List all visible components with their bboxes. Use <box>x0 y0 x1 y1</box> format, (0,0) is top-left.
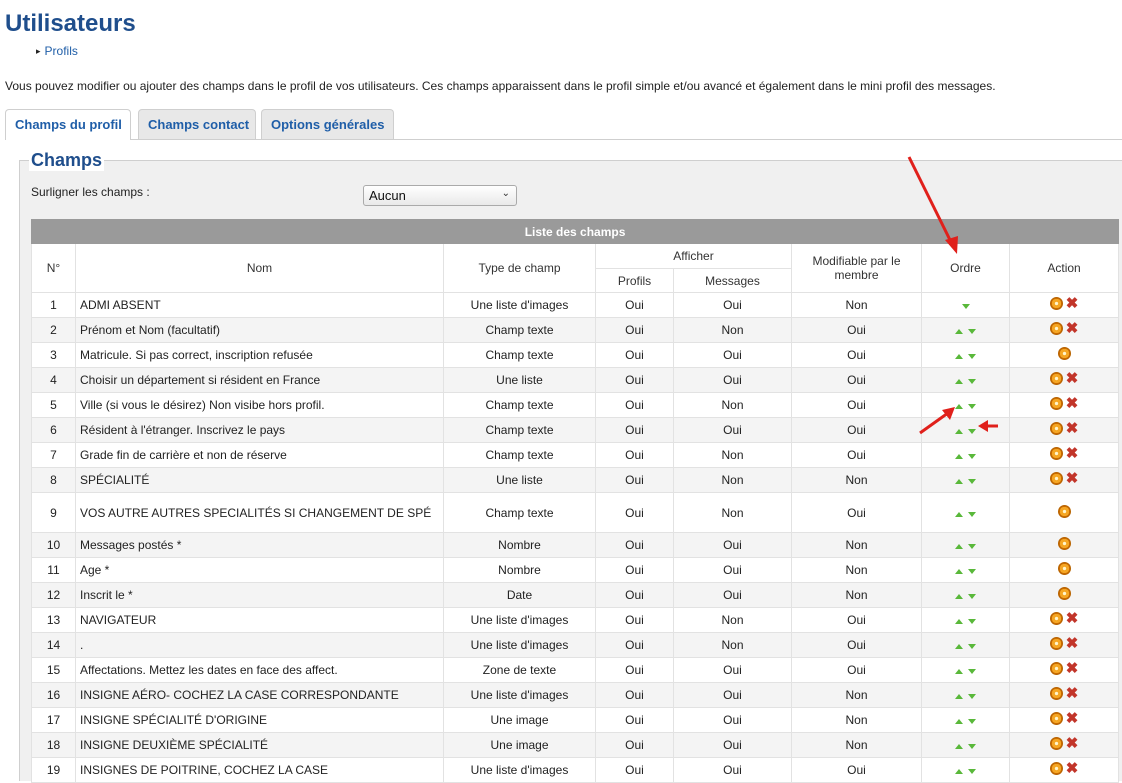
annotation-arrow-up <box>919 411 949 435</box>
annotation-arrow-order <box>907 156 954 245</box>
annotation-arrowhead-order <box>945 236 958 254</box>
annotation-arrowhead-down <box>978 420 988 432</box>
annotation-arrowhead-up <box>942 407 955 420</box>
annotation-overlay <box>907 156 998 435</box>
